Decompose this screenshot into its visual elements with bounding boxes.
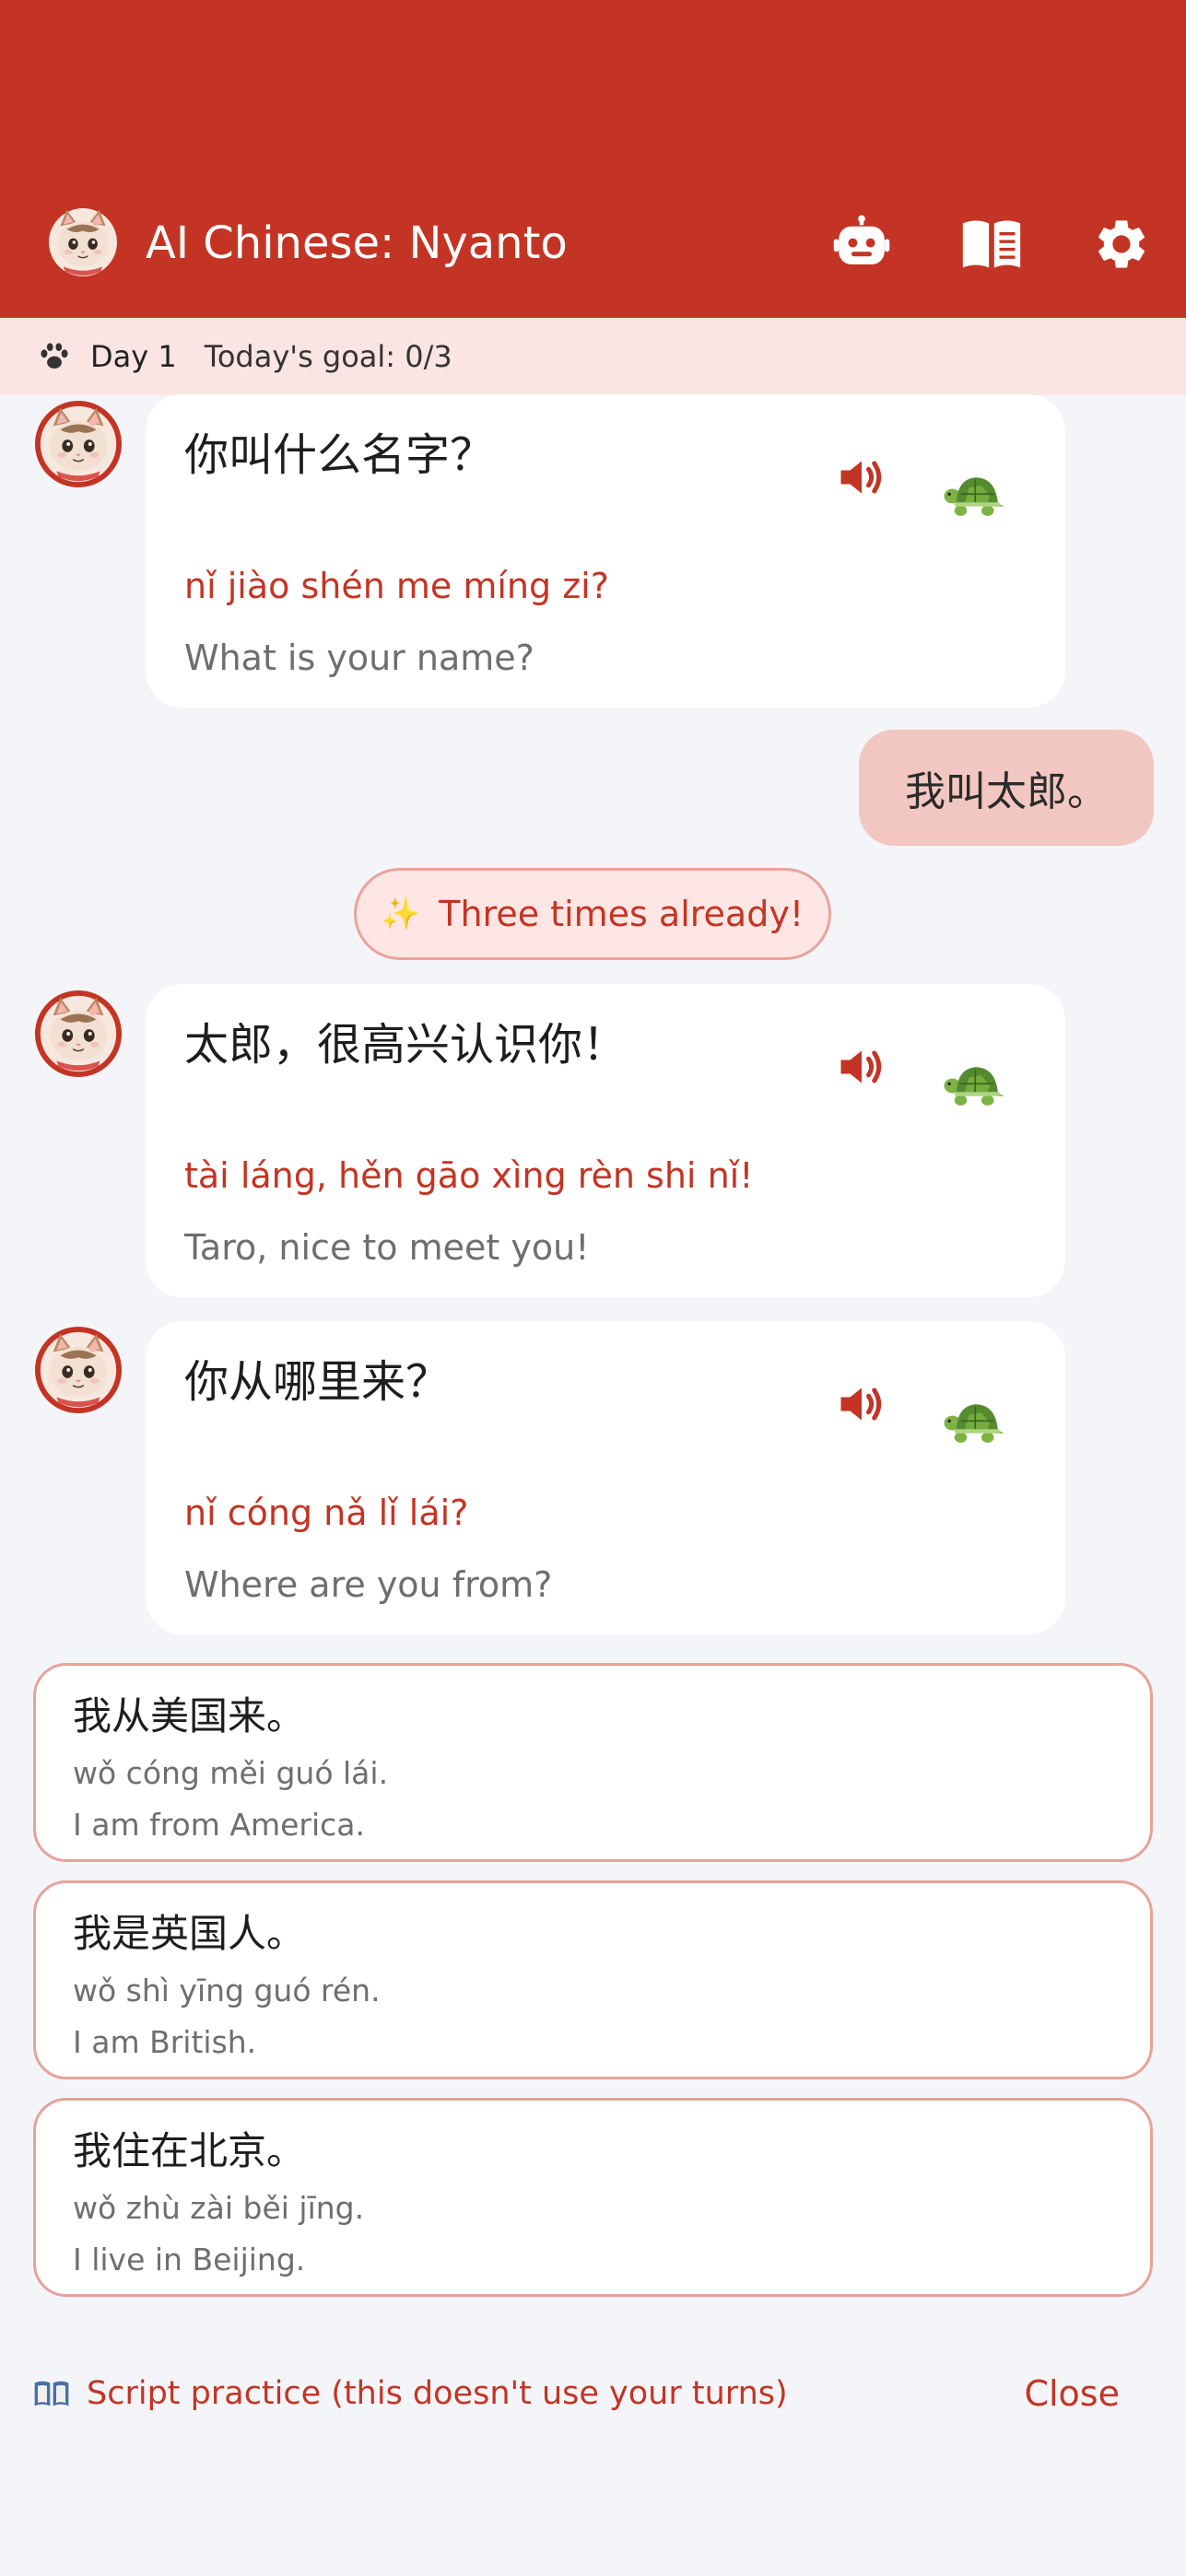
speaker-icon[interactable] [829,1372,894,1436]
close-button[interactable]: Close [1024,2370,1120,2418]
paw-icon [41,343,68,369]
bot-avatar [33,399,123,489]
option-translation: I live in Beijing. [73,2242,306,2277]
turtle-icon[interactable] [940,459,1006,525]
turtle-icon[interactable] [940,1386,1006,1452]
message-hanzi: 你从哪里来？ [184,1356,451,1408]
option-pinyin: wǒ cóng měi guó lái. [73,1755,389,1791]
speaker-icon[interactable] [829,445,894,509]
bot-message: 太郎，很高兴认识你！ tài láng, hěn gāo xìng rèn sh… [146,984,1065,1297]
app-header: AI Chinese: Nyanto [0,0,1186,318]
message-hanzi: 你叫什么名字？ [184,429,495,481]
daily-goal-bar: Day 1 Today's goal: 0/3 [0,318,1186,395]
turtle-icon[interactable] [940,1048,1006,1115]
option-pinyin: wǒ zhù zài běi jīng. [73,2190,365,2226]
option-translation: I am British. [73,2024,257,2060]
script-practice-bar: Script practice (this doesn't use your t… [33,2366,1153,2421]
script-practice-link[interactable]: Script practice (this doesn't use your t… [87,2370,788,2418]
option-hanzi: 我住在北京。 [73,2128,306,2173]
bot-avatar [33,989,123,1079]
open-book-icon [34,2381,69,2406]
bot-avatar [33,1325,123,1415]
option-pinyin: wǒ shì yīng guó rén. [73,1973,381,2008]
bot-message: 你从哪里来？ nǐ cóng nǎ lǐ lái? Where are you … [146,1321,1065,1634]
message-pinyin: tài láng, hěn gāo xìng rèn shi nǐ! [184,1155,754,1196]
toast-text: Three times already! [439,894,804,934]
message-pinyin: nǐ cóng nǎ lǐ lái? [184,1493,469,1533]
app-title: AI Chinese: Nyanto [146,217,568,269]
daily-goal-progress: Today's goal: 0/3 [204,339,452,374]
option-hanzi: 我从美国来。 [73,1693,306,1739]
option-translation: I am from America. [73,1807,365,1843]
option-hanzi: 我是英国人。 [73,1911,306,1956]
gear-icon[interactable] [1089,212,1154,276]
bot-message: 你叫什么名字？ nǐ jiào shén me míng zi? What is… [146,394,1065,708]
reply-option[interactable]: 我从美国来。 wǒ cóng měi guó lái. I am from Am… [33,1663,1153,1862]
reply-option[interactable]: 我是英国人。 wǒ shì yīng guó rén. I am British… [33,1880,1153,2079]
robot-icon[interactable] [829,212,894,276]
day-counter: Day 1 [90,339,177,374]
user-message: 我叫太郎。 [859,730,1154,846]
reply-option[interactable]: 我住在北京。 wǒ zhù zài běi jīng. I live in Be… [33,2098,1153,2297]
cat-avatar [42,202,123,283]
message-translation: What is your name? [184,638,534,678]
sparkles-icon: ✨ [381,896,421,932]
book-icon[interactable] [959,212,1024,276]
encouragement-toast: ✨ Three times already! [354,868,831,960]
message-translation: Taro, nice to meet you! [184,1227,590,1268]
message-translation: Where are you from? [184,1564,553,1605]
speaker-icon[interactable] [829,1035,894,1099]
message-hanzi: 太郎，很高兴认识你！ [184,1019,628,1071]
message-pinyin: nǐ jiào shén me míng zi? [184,566,609,606]
